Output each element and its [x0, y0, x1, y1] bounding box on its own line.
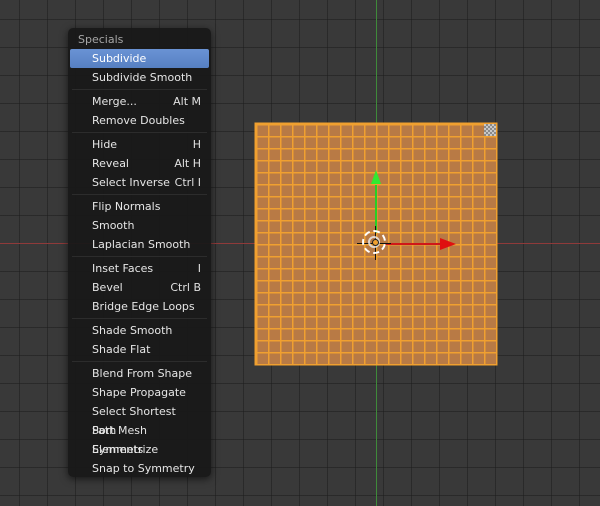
- menu-title: Specials: [78, 33, 124, 46]
- menu-item-shortcut: Ctrl I: [174, 176, 201, 189]
- menu-item-label: Inset Faces: [92, 262, 154, 275]
- menu-item-shortcut: Ctrl B: [170, 281, 201, 294]
- menu-item-label: Bevel: [92, 281, 123, 294]
- specials-menu: Specials Subdivide Subdivide Smooth Merge.…: [68, 28, 211, 477]
- menu-item-snap-to-symmetry[interactable]: Snap to Symmetry: [70, 459, 209, 478]
- menu-item-label: Select Shortest Path: [92, 405, 176, 437]
- menu-item-select-shortest-path[interactable]: Select Shortest Path: [70, 402, 209, 437]
- menu-item-merge[interactable]: Merge... Alt M: [70, 92, 209, 111]
- menu-item-select-inverse[interactable]: Select Inverse Ctrl I: [70, 173, 209, 192]
- menu-item-shade-smooth[interactable]: Shade Smooth: [70, 321, 209, 340]
- menu-separator: [70, 87, 209, 92]
- menu-item-bevel[interactable]: Bevel Ctrl B: [70, 278, 209, 297]
- menu-item-bridge-edge-loops[interactable]: Bridge Edge Loops: [70, 297, 209, 316]
- object-origin-icon: [372, 239, 379, 246]
- menu-item-shortcut: I: [197, 262, 201, 275]
- menu-item-smooth[interactable]: Smooth: [70, 216, 209, 235]
- menu-item-blend-from-shape[interactable]: Blend From Shape: [70, 364, 209, 383]
- menu-item-label: Shade Smooth: [92, 324, 173, 337]
- manipulator-x-shaft[interactable]: [385, 243, 440, 245]
- menu-item-label: Merge...: [92, 95, 137, 108]
- menu-item-label: Laplacian Smooth: [92, 238, 191, 251]
- menu-item-label: Snap to Symmetry: [92, 462, 195, 475]
- menu-item-label: Sort Mesh Elements: [92, 424, 148, 456]
- menu-item-inset-faces[interactable]: Inset Faces I: [70, 259, 209, 278]
- menu-item-label: Symmetrize: [92, 443, 159, 456]
- menu-item-symmetrize[interactable]: Symmetrize: [70, 440, 209, 459]
- menu-item-label: Remove Doubles: [92, 114, 185, 127]
- menu-item-shape-propagate[interactable]: Shape Propagate: [70, 383, 209, 402]
- manipulator-x-arrow-icon[interactable]: [440, 238, 456, 250]
- menu-item-label: Hide: [92, 138, 118, 151]
- menu-item-shortcut: Alt H: [174, 157, 201, 170]
- menu-item-shade-flat[interactable]: Shade Flat: [70, 340, 209, 359]
- menu-separator: [70, 316, 209, 321]
- menu-item-label: Blend From Shape: [92, 367, 193, 380]
- menu-item-subdivide-smooth[interactable]: Subdivide Smooth: [70, 68, 209, 87]
- menu-separator: [70, 130, 209, 135]
- menu-item-label: Shade Flat: [92, 343, 151, 356]
- menu-item-label: Reveal: [92, 157, 129, 170]
- menu-item-label: Bridge Edge Loops: [92, 300, 195, 313]
- menu-item-laplacian-smooth[interactable]: Laplacian Smooth: [70, 235, 209, 254]
- menu-item-label: Shape Propagate: [92, 386, 186, 399]
- menu-item-label: Smooth: [92, 219, 135, 232]
- menu-item-shortcut: H: [192, 138, 201, 151]
- manipulator-y-arrow-icon[interactable]: [371, 170, 381, 184]
- menu-item-subdivide[interactable]: Subdivide: [70, 49, 209, 68]
- menu-item-label: Flip Normals: [92, 200, 161, 213]
- menu-item-remove-doubles[interactable]: Remove Doubles: [70, 111, 209, 130]
- menu-item-reveal[interactable]: Reveal Alt H: [70, 154, 209, 173]
- menu-separator: [70, 192, 209, 197]
- menu-separator: [70, 254, 209, 259]
- menu-separator: [70, 359, 209, 364]
- menu-item-label: Select Inverse: [92, 176, 170, 189]
- menu-items: Subdivide Subdivide Smooth Merge... Alt M Re…: [68, 49, 211, 478]
- menu-item-hide[interactable]: Hide H: [70, 135, 209, 154]
- menu-item-sort-mesh-elements[interactable]: Sort Mesh Elements: [70, 421, 209, 456]
- menu-item-flip-normals[interactable]: Flip Normals: [70, 197, 209, 216]
- menu-item-shortcut: Alt M: [173, 95, 201, 108]
- menu-item-label: Subdivide: [92, 52, 147, 65]
- menu-item-label: Subdivide Smooth: [92, 71, 193, 84]
